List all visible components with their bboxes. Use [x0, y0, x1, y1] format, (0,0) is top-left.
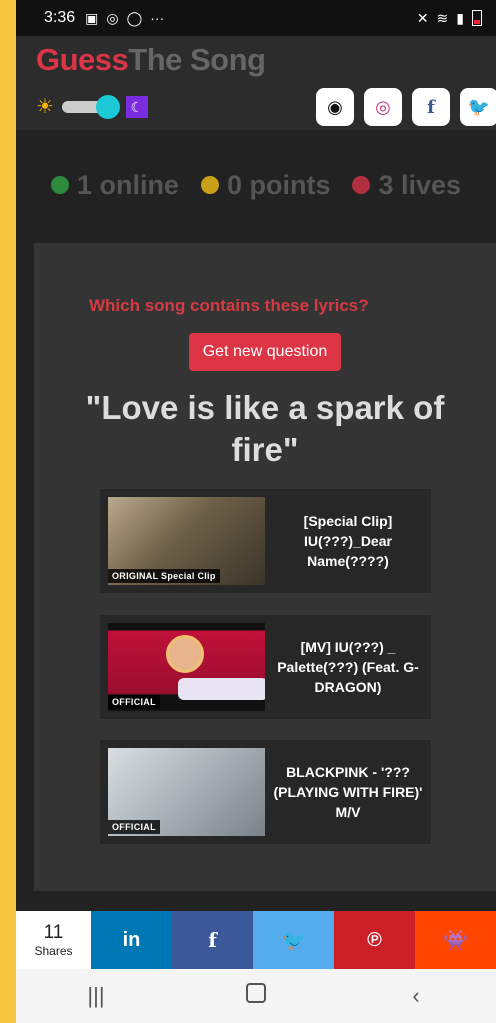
toggle-knob — [95, 95, 120, 119]
game-stats: 1 online 0 points 3 lives — [16, 160, 496, 210]
whatsapp-icon: ◯ — [126, 9, 143, 26]
quiz-card: Which song contains these lyrics? Get ne… — [34, 243, 496, 891]
home-icon — [246, 983, 266, 1003]
points-dot-icon — [200, 176, 219, 194]
pinterest-icon: ℗ — [367, 928, 382, 951]
facebook-icon: f — [427, 96, 435, 118]
status-time: 3:36 — [44, 9, 76, 26]
share-bar: 11 Shares in f 🐦 ℗ 👾 — [16, 911, 496, 969]
twitter-share-button[interactable]: 🐦 — [253, 911, 334, 969]
github-icon: ◉ — [327, 96, 343, 117]
online-dot-icon — [50, 176, 69, 194]
video-thumbnail: OFFICIAL — [108, 748, 265, 836]
reddit-share-button[interactable]: 👾 — [415, 911, 496, 969]
answer-option-1[interactable]: ORIGINAL Special Clip [Special Clip] IU(… — [100, 489, 431, 593]
video-thumbnail: ORIGINAL Special Clip — [108, 497, 265, 585]
sun-icon: ☀ — [36, 96, 54, 118]
recent-apps-icon: ||| — [87, 983, 105, 1008]
home-button[interactable] — [226, 983, 286, 1009]
twitter-icon: 🐦 — [467, 96, 491, 117]
facebook-icon: f — [208, 928, 217, 952]
status-bar: 3:36 ▣ ◎ ◯ ··· ✕ ≋ ▮ — [16, 0, 496, 36]
moon-icon: ☾ — [125, 96, 148, 118]
share-count: 11 Shares — [16, 911, 91, 969]
theme-toggle[interactable] — [61, 95, 120, 119]
github-button[interactable]: ◉ — [316, 88, 354, 126]
facebook-share-button[interactable]: f — [172, 911, 253, 969]
back-icon: ‹ — [412, 983, 420, 1008]
option-title: [Special Clip] IU(???)_Dear Name(????) — [303, 513, 393, 569]
option-title: BLACKPINK - '??? (PLAYING WITH FIRE)' M/… — [273, 764, 423, 820]
quiz-prompt: Which song contains these lyrics? — [89, 296, 369, 315]
twitter-button[interactable]: 🐦 — [460, 88, 496, 126]
wifi-icon: ≋ — [436, 9, 449, 26]
battery-icon — [472, 10, 482, 26]
lyrics-quote: "Love is like a spark of fire" — [85, 389, 445, 468]
signal-icon: ▮ — [456, 9, 464, 26]
pinterest-share-button[interactable]: ℗ — [334, 911, 415, 969]
site-header: GuessThe Song ☀ ☾ ◉ ◎ f 🐦 — [16, 36, 496, 130]
thumbnail-tag: ORIGINAL Special Clip — [108, 569, 220, 583]
social-links: ◉ ◎ f 🐦 — [316, 88, 496, 126]
instagram-notification-icon: ◎ — [106, 9, 119, 26]
get-new-question-button[interactable]: Get new question — [189, 333, 341, 371]
reddit-icon: 👾 — [443, 929, 468, 952]
linkedin-icon: in — [122, 928, 141, 951]
online-stat: 1 online — [50, 170, 179, 201]
gallery-icon: ▣ — [85, 9, 99, 26]
instagram-icon: ◎ — [375, 96, 391, 117]
facebook-button[interactable]: f — [412, 88, 450, 126]
linkedin-share-button[interactable]: in — [91, 911, 172, 969]
lives-dot-icon — [352, 176, 371, 194]
option-title: [MV] IU(???) _ Palette(???) (Feat. G-DRA… — [277, 639, 419, 695]
back-button[interactable]: ‹ — [386, 983, 446, 1009]
video-thumbnail: OFFICIAL — [108, 623, 265, 711]
thumbnail-tag: OFFICIAL — [108, 695, 160, 709]
answer-option-2[interactable]: OFFICIAL [MV] IU(???) _ Palette(???) (Fe… — [100, 615, 431, 719]
instagram-button[interactable]: ◎ — [364, 88, 402, 126]
site-logo[interactable]: GuessThe Song — [36, 42, 266, 78]
answer-option-3[interactable]: OFFICIAL BLACKPINK - '??? (PLAYING WITH … — [100, 740, 431, 844]
theme-switch[interactable]: ☀ ☾ — [36, 95, 148, 119]
twitter-icon: 🐦 — [281, 929, 306, 952]
mute-icon: ✕ — [416, 9, 429, 26]
android-nav-bar: ||| ‹ — [16, 969, 496, 1023]
phone-screen: 3:36 ▣ ◎ ◯ ··· ✕ ≋ ▮ GuessThe Song ☀ ☾ ◉… — [16, 0, 496, 1023]
more-notifications-icon: ··· — [150, 10, 165, 26]
thumbnail-tag: OFFICIAL — [108, 820, 160, 834]
points-stat: 0 points — [200, 170, 330, 201]
lives-stat: 3 lives — [352, 170, 461, 201]
recent-apps-button[interactable]: ||| — [66, 983, 126, 1009]
